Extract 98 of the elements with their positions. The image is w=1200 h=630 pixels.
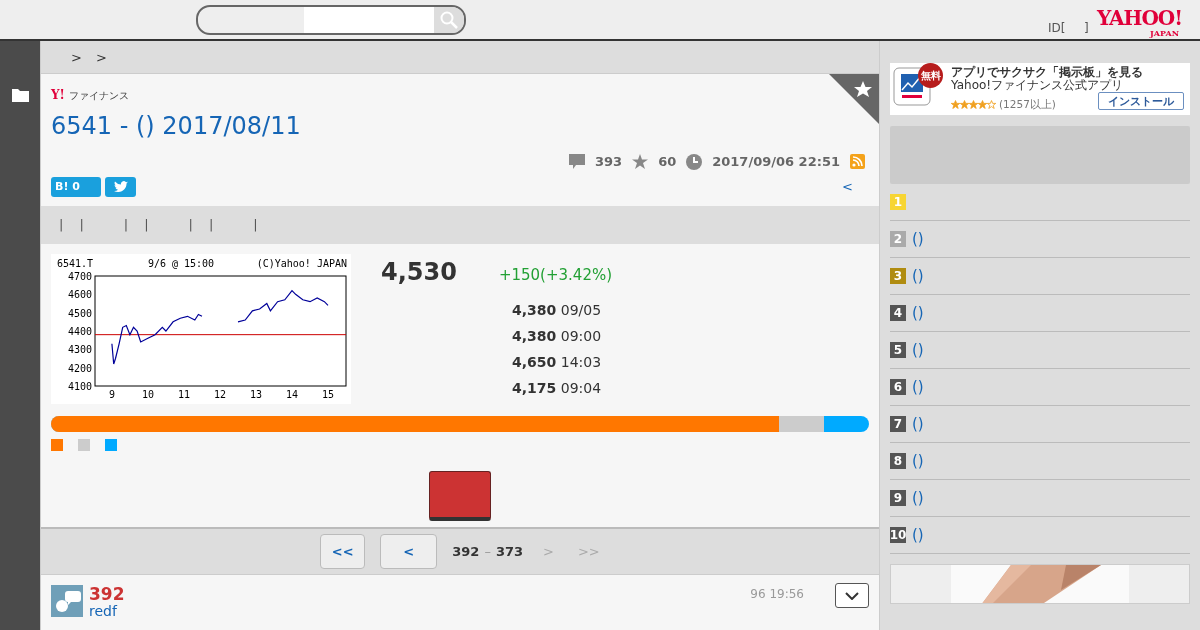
y-tick-label: 4100 [67, 381, 92, 392]
rating-star-icon [951, 100, 960, 110]
rating-star-icon [987, 100, 996, 110]
price-change: +150(+3.42%) [498, 265, 613, 286]
ranking-link[interactable]: () [912, 523, 924, 547]
app-icon[interactable] [893, 66, 931, 106]
x-tick-label: 10 [141, 389, 154, 400]
rank-number: 7 [890, 416, 906, 432]
rank-number: 3 [890, 268, 906, 284]
rank-number: 10 [890, 527, 906, 543]
ranking-link[interactable]: () [912, 227, 924, 251]
breadcrumb-separator: > [71, 49, 82, 67]
ranking-link[interactable]: () [912, 301, 924, 325]
quote-value: 4,650 [512, 354, 557, 370]
chevron-down-icon [845, 592, 859, 601]
tweet-button[interactable] [105, 176, 136, 197]
clock-icon [686, 153, 703, 170]
post-number: 392 [89, 585, 125, 604]
bookmark-button[interactable]: B! 0 [51, 176, 101, 197]
x-tick-label: 11 [177, 389, 190, 400]
quote-value: 4,175 [512, 380, 557, 396]
tab-separator: | [59, 216, 64, 235]
updated-time: 2017/09/06 22:51 [712, 153, 840, 171]
logo-subtitle: JAPAN [1150, 27, 1179, 39]
rating-star-icon [969, 100, 978, 110]
tab-separator: | [188, 216, 193, 235]
back-link[interactable]: < [842, 176, 853, 197]
y-tick-label: 4300 [67, 344, 92, 356]
first-page-button[interactable]: << [320, 534, 366, 569]
x-tick-label: 13 [249, 389, 262, 400]
y-tick-label: 4700 [67, 271, 92, 282]
ranking-link[interactable]: () [912, 375, 924, 399]
ad-headline: アプリでサクサク「掲示板」を見る [951, 66, 1144, 80]
tab-separator: | [123, 216, 129, 235]
brand-logo[interactable]: Y! [51, 86, 65, 104]
quote-time: 09/05 [560, 302, 602, 318]
page-title: 6541 - () 2017/08/11 [51, 111, 302, 142]
ranking-link[interactable]: () [912, 264, 924, 288]
rank-number: 8 [890, 453, 906, 469]
star-icon [632, 154, 649, 170]
rank-number: 6 [890, 379, 906, 395]
brand-name: ファイナンス [68, 88, 129, 103]
search-field[interactable] [196, 5, 466, 35]
rank-number: 2 [890, 231, 906, 247]
comment-count: 393 [595, 153, 623, 171]
avatar-icon [51, 585, 83, 617]
rank-number: 1 [890, 194, 906, 210]
x-tick-label: 15 [321, 389, 334, 400]
tab-separator: | [253, 216, 258, 235]
bird-icon [113, 180, 128, 193]
post-time: 96 19:56 [750, 586, 804, 603]
ranking-link[interactable]: () [912, 338, 924, 362]
rating-star-icon [960, 100, 969, 110]
logo[interactable]: YAHOO! [1097, 8, 1183, 28]
ranking-link[interactable]: () [912, 412, 924, 436]
chart-credit: (C)Yahoo! JAPAN [256, 258, 347, 269]
y-tick-label: 4400 [67, 326, 92, 337]
page-range-start: 392 [452, 542, 480, 561]
review-count: (1257以上) [999, 98, 1056, 111]
ranking-link[interactable]: () [912, 486, 924, 510]
login-link[interactable]: ID[ [1048, 19, 1066, 37]
x-tick-label: 9 [108, 389, 115, 400]
star-count: 60 [658, 153, 677, 171]
range-dash: – [484, 542, 491, 561]
y-tick-label: 4200 [67, 362, 92, 374]
tab-separator: | [208, 216, 214, 235]
rank-number: 4 [890, 305, 906, 321]
stock-price: 4,530 [381, 257, 457, 288]
menu-toggle-button[interactable] [835, 583, 869, 608]
y-tick-label: 4600 [67, 289, 92, 301]
post-button[interactable] [429, 471, 491, 521]
quote-time: 09:04 [560, 380, 602, 396]
previous-page-button[interactable]: < [380, 534, 438, 569]
quote-time: 14:03 [560, 354, 602, 370]
free-badge: 無料 [918, 63, 943, 88]
comment-icon [569, 154, 585, 170]
rating-star-icon [978, 100, 987, 110]
folder-icon[interactable] [11, 88, 29, 102]
y-tick-label: 4500 [67, 307, 92, 319]
app-name: Yahoo!ファイナンス公式アプリ [951, 79, 1125, 93]
install-button[interactable]: インストール [1098, 92, 1184, 111]
rank-number: 5 [890, 342, 906, 358]
tab-separator: | [144, 216, 149, 235]
tab-separator: | [79, 216, 84, 235]
rank-number: 9 [890, 490, 906, 506]
x-tick-label: 14 [285, 389, 298, 400]
ranking-link[interactable]: () [912, 449, 924, 473]
chart-time: 9/6 @ 15:00 [147, 258, 215, 269]
quote-value: 4,380 [512, 302, 557, 318]
breadcrumb-separator: > [95, 49, 107, 67]
quote-time: 09:00 [560, 328, 602, 344]
login-link-end[interactable]: ] [1084, 19, 1089, 37]
user-name-link[interactable]: redf [89, 603, 125, 620]
quote-value: 4,380 [512, 328, 557, 344]
chart-symbol: 6541.T [57, 258, 94, 269]
page-range-end: 373 [495, 542, 524, 561]
x-tick-label: 12 [213, 389, 226, 400]
favorite-ribbon[interactable] [829, 74, 879, 124]
